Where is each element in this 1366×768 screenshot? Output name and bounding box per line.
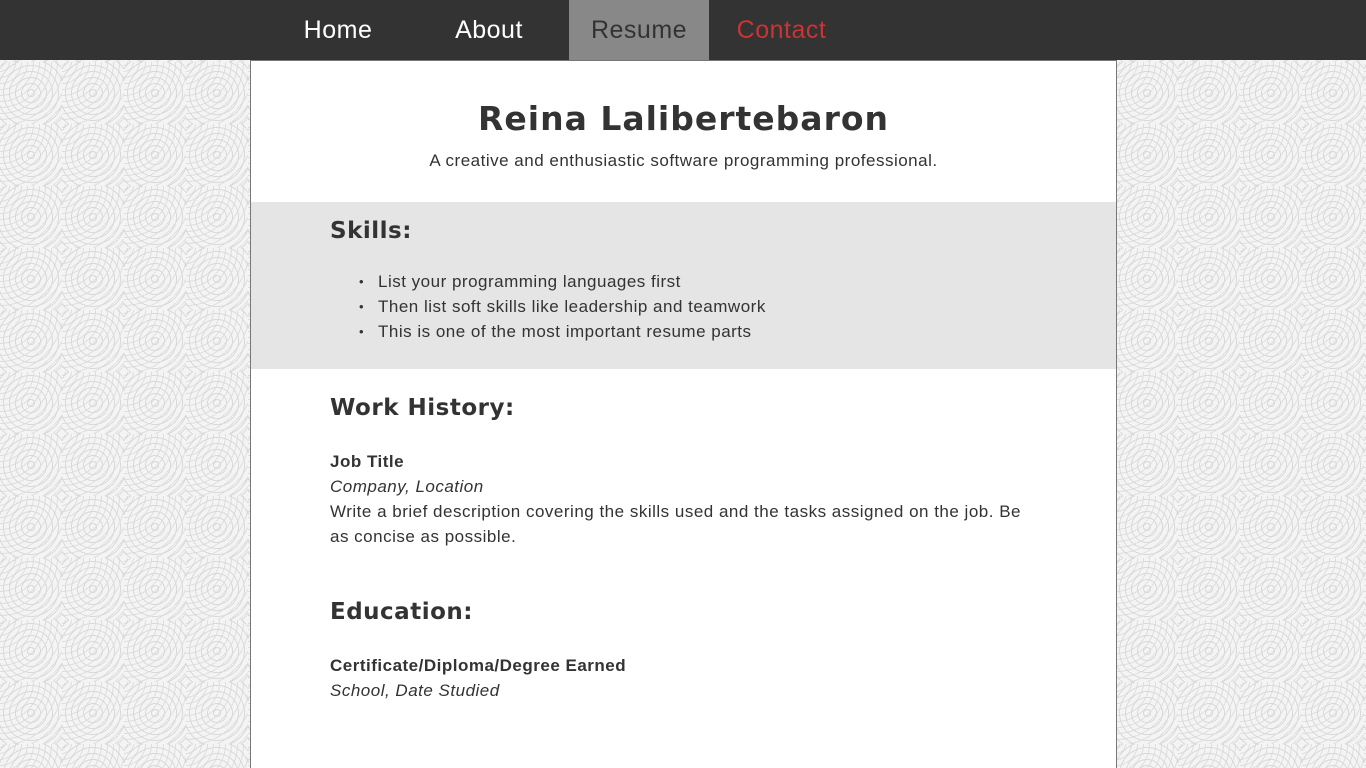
job-title: Job Title bbox=[330, 452, 405, 471]
nav-resume-link[interactable]: Resume bbox=[569, 0, 709, 60]
company-location: Company, Location bbox=[330, 477, 484, 496]
education-section: Education: Certificate/Diploma/Degree Ea… bbox=[251, 549, 1116, 703]
skills-list: List your programming languages first Th… bbox=[330, 269, 1036, 344]
resume-header: Reina Lalibertebaron A creative and enth… bbox=[251, 61, 1116, 202]
degree-earned: Certificate/Diploma/Degree Earned bbox=[330, 656, 627, 675]
skills-section: Skills: List your programming languages … bbox=[251, 202, 1116, 369]
nav-contact-link[interactable]: Contact bbox=[709, 0, 854, 60]
education-heading: Education: bbox=[330, 599, 473, 625]
skill-item: Then list soft skills like leadership an… bbox=[359, 294, 1036, 319]
resume-card: Reina Lalibertebaron A creative and enth… bbox=[250, 60, 1117, 768]
nav-about-link[interactable]: About bbox=[409, 0, 569, 60]
top-navbar: Home About Resume Contact bbox=[0, 0, 1366, 60]
work-history-section: Work History: Job Title Company, Locatio… bbox=[251, 369, 1116, 549]
person-name: Reina Lalibertebaron bbox=[477, 99, 890, 138]
skill-item: List your programming languages first bbox=[359, 269, 1036, 294]
nav-home-link[interactable]: Home bbox=[267, 0, 409, 60]
tagline: A creative and enthusiastic software pro… bbox=[429, 151, 938, 170]
nav-list: Home About Resume Contact bbox=[267, 0, 854, 60]
work-history-heading: Work History: bbox=[330, 395, 515, 421]
job-description: Write a brief description covering the s… bbox=[330, 502, 1021, 546]
skill-item: This is one of the most important resume… bbox=[359, 319, 1036, 344]
skills-heading: Skills: bbox=[330, 218, 412, 244]
school-date: School, Date Studied bbox=[330, 681, 500, 700]
